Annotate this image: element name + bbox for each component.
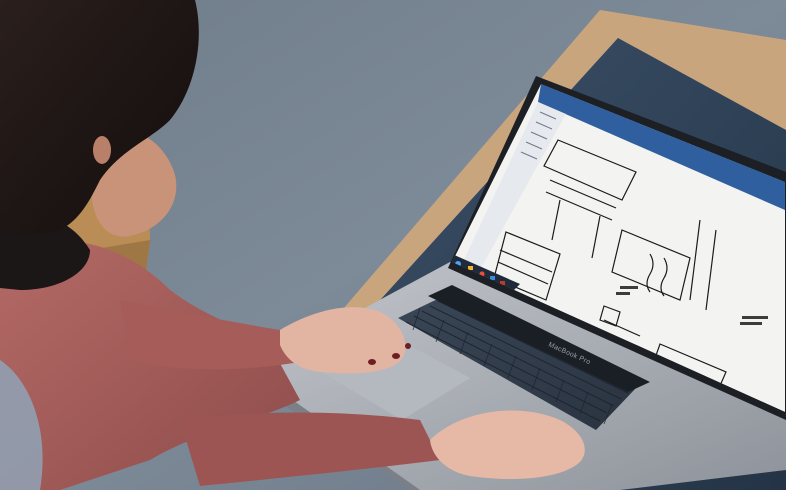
person-ear xyxy=(93,136,111,164)
scene-svg: MacBook Pro xyxy=(0,0,786,490)
photo-scene: MacBook Pro xyxy=(0,0,786,490)
mail-icon[interactable] xyxy=(490,276,495,280)
folder-icon[interactable] xyxy=(468,266,473,270)
